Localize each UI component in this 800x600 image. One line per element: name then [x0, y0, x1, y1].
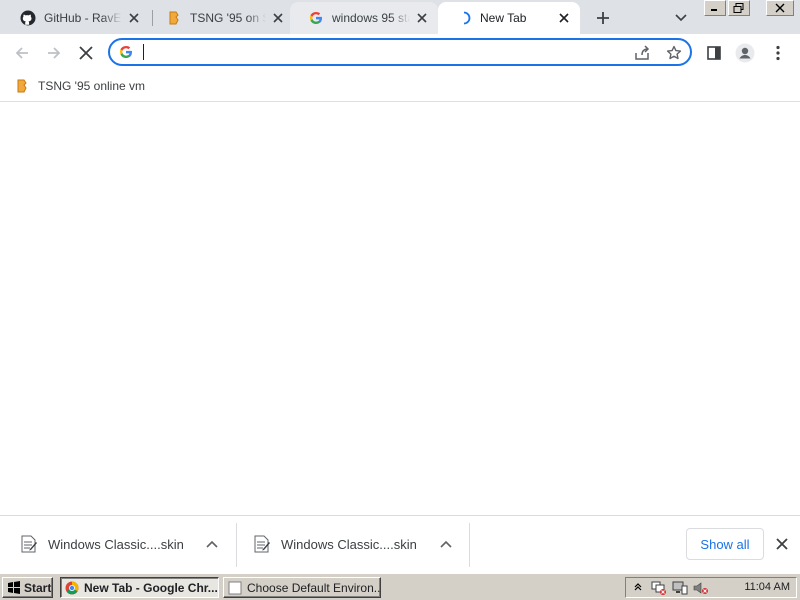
bookmarks-bar: TSNG '95 online vm	[0, 70, 800, 102]
address-input[interactable]	[142, 43, 622, 61]
file-icon	[253, 534, 271, 554]
chevron-up-icon	[206, 540, 218, 548]
tab-search-button[interactable]	[670, 7, 692, 29]
tab-title: TSNG '95 on Sk	[190, 11, 266, 25]
start-button[interactable]: Start	[2, 577, 53, 598]
download-options-button[interactable]	[436, 534, 456, 554]
close-icon	[775, 3, 785, 13]
tsng-icon	[166, 10, 182, 26]
close-tab-icon[interactable]	[556, 10, 572, 26]
page-content	[0, 103, 800, 515]
stop-button[interactable]	[74, 41, 98, 65]
google-icon	[119, 45, 135, 61]
download-filename: Windows Classic....skin	[48, 536, 184, 552]
network-icon[interactable]	[650, 580, 668, 596]
download-divider	[469, 523, 470, 567]
more-vert-icon	[776, 45, 780, 61]
file-icon	[20, 534, 38, 554]
github-icon	[20, 10, 36, 26]
plus-icon	[597, 12, 609, 24]
close-icon	[776, 538, 788, 550]
taskbar-item-environment[interactable]: Choose Default Environ...	[223, 577, 381, 598]
tsng-icon	[14, 78, 30, 94]
tab-strip: GitHub - RavEn TSNG '95 on Sk windows 95…	[0, 0, 800, 34]
window-controls	[704, 0, 794, 16]
tab-title: New Tab	[480, 11, 527, 25]
browser-toolbar	[0, 34, 800, 70]
address-bar[interactable]	[108, 38, 692, 66]
taskbar-item-chrome[interactable]: New Tab - Google Chr...	[60, 577, 219, 598]
text-caret	[143, 44, 144, 60]
tab-title: windows 95 sta	[332, 11, 410, 25]
bookmark-star-button[interactable]	[664, 43, 684, 63]
minimize-icon	[711, 9, 717, 11]
window-close-button[interactable]	[766, 0, 794, 16]
tab-tsng[interactable]: TSNG '95 on Sk	[148, 2, 294, 34]
download-item[interactable]: Windows Classic....skin	[20, 524, 230, 564]
download-divider	[236, 523, 237, 567]
chrome-icon	[64, 580, 80, 596]
chevron-up-icon[interactable]	[629, 580, 647, 596]
download-filename: Windows Classic....skin	[281, 536, 417, 552]
start-label: Start	[24, 580, 52, 595]
taskbar-item-label: New Tab - Google Chr...	[84, 580, 218, 595]
download-shelf: Windows Classic....skin Windows Classic.…	[0, 515, 800, 573]
profile-button[interactable]	[733, 41, 757, 65]
close-tab-icon[interactable]	[414, 10, 430, 26]
close-download-shelf-button[interactable]	[772, 534, 792, 554]
share-button[interactable]	[632, 43, 652, 63]
taskbar: Start New Tab - Google Chr... Choose Def…	[0, 573, 800, 600]
tab-github[interactable]: GitHub - RavEn	[2, 2, 150, 34]
arrow-left-icon	[15, 47, 28, 59]
back-button[interactable]	[10, 41, 34, 65]
stop-icon	[79, 46, 93, 60]
chevron-down-icon	[675, 14, 687, 22]
forward-button[interactable]	[42, 41, 66, 65]
menu-button[interactable]	[766, 41, 790, 65]
show-all-downloads-button[interactable]: Show all	[686, 528, 764, 560]
download-options-button[interactable]	[202, 534, 222, 554]
loading-spinner-icon	[456, 10, 472, 26]
download-item[interactable]: Windows Classic....skin	[253, 524, 463, 564]
bookmark-tsng[interactable]: TSNG '95 online vm	[14, 76, 145, 96]
window-icon	[227, 580, 243, 596]
bookmark-label: TSNG '95 online vm	[38, 79, 145, 93]
restore-icon	[733, 3, 744, 13]
tab-google-search[interactable]: windows 95 sta	[290, 2, 438, 34]
close-tab-icon[interactable]	[270, 10, 286, 26]
chevron-up-icon	[440, 540, 452, 548]
display-icon[interactable]	[671, 580, 689, 596]
google-icon	[308, 10, 324, 26]
star-icon	[666, 45, 682, 60]
side-panel-button[interactable]	[702, 41, 726, 65]
restore-button[interactable]	[728, 0, 750, 16]
close-tab-icon[interactable]	[126, 10, 142, 26]
side-panel-icon	[707, 46, 721, 60]
clock: 11:04 AM	[744, 581, 790, 593]
new-tab-button[interactable]	[592, 7, 614, 29]
volume-icon[interactable]	[692, 580, 710, 596]
system-tray: 11:04 AM	[625, 577, 797, 598]
avatar-icon	[735, 43, 755, 63]
windows-logo-icon	[8, 580, 20, 594]
share-icon	[635, 45, 650, 60]
tab-title: GitHub - RavEn	[44, 11, 122, 25]
arrow-right-icon	[48, 47, 61, 59]
taskbar-item-label: Choose Default Environ...	[247, 580, 381, 595]
minimize-button[interactable]	[704, 0, 726, 16]
tab-new-tab[interactable]: New Tab	[438, 2, 580, 34]
